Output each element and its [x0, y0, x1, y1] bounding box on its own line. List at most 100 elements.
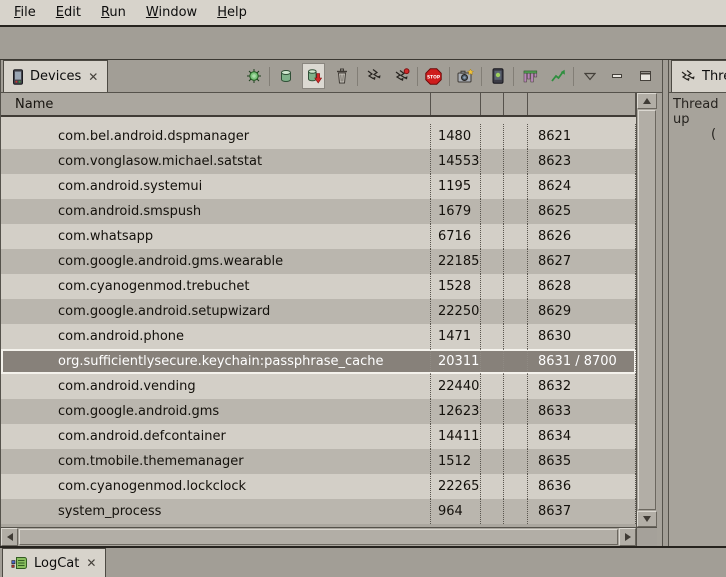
cell-empty-2: [504, 124, 528, 149]
cell-debug-port: 8625: [528, 199, 636, 224]
device-screen-button[interactable]: [486, 63, 509, 89]
menu-item-run[interactable]: Run: [91, 1, 136, 24]
device-table-body: com.bel.android.dspmanager 1480 8621 com…: [1, 124, 636, 524]
cell-empty-2: [504, 224, 528, 249]
screen-capture-button[interactable]: [454, 63, 477, 89]
svg-text:STOP: STOP: [427, 74, 441, 80]
devices-tab-close-icon[interactable]: ✕: [87, 70, 99, 84]
table-row[interactable]: org.sufficientlysecure.keychain:passphra…: [1, 349, 636, 374]
column-header-empty-1[interactable]: [481, 93, 504, 115]
column-header-pid[interactable]: [431, 93, 481, 115]
menu-item-help[interactable]: Help: [207, 1, 257, 24]
horizontal-scroll-track[interactable]: [18, 528, 619, 546]
menu-item-run-rest: un: [109, 5, 125, 20]
table-row[interactable]: com.google.android.setupwizard 22250 862…: [1, 299, 636, 324]
cell-pid: 1480: [431, 124, 481, 149]
cell-debug-port: 8635: [528, 449, 636, 474]
cell-empty-2: [504, 449, 528, 474]
stop-process-button[interactable]: STOP: [422, 63, 445, 89]
cell-empty-1: [481, 124, 504, 149]
menu-item-edit[interactable]: Edit: [46, 1, 91, 24]
cell-debug-port: 8633: [528, 399, 636, 424]
cell-empty-2: [504, 149, 528, 174]
update-threads-icon: [366, 68, 382, 84]
scroll-left-button[interactable]: [1, 528, 18, 546]
table-row[interactable]: com.cyanogenmod.trebuchet 1528 8628: [1, 274, 636, 299]
toolbar-separator: [573, 67, 574, 86]
table-row[interactable]: com.google.android.gms 12623 8633: [1, 399, 636, 424]
maximize-button[interactable]: [634, 63, 657, 89]
cell-process-name: com.android.phone: [1, 324, 431, 349]
scroll-up-button[interactable]: [637, 93, 657, 109]
cell-pid: 12623: [431, 399, 481, 424]
minimize-icon: [611, 70, 624, 82]
cell-empty-1: [481, 349, 504, 374]
cell-empty-1: [481, 324, 504, 349]
table-row[interactable]: com.bel.android.dspmanager 1480 8621: [1, 124, 636, 149]
cell-pid: 6716: [431, 224, 481, 249]
scroll-right-button[interactable]: [619, 528, 636, 546]
cause-gc-button[interactable]: [330, 63, 353, 89]
start-method-profiling-button[interactable]: [390, 63, 413, 89]
debug-attach-button[interactable]: [242, 63, 265, 89]
table-row[interactable]: com.cyanogenmod.lockclock 22265 8636: [1, 474, 636, 499]
table-row[interactable]: com.android.vending 22440 8632: [1, 374, 636, 399]
table-row[interactable]: com.android.phone 1471 8630: [1, 324, 636, 349]
table-row[interactable]: com.android.defcontainer 14411 8634: [1, 424, 636, 449]
minimize-button[interactable]: [606, 63, 629, 89]
hierarchy-view-button[interactable]: [518, 63, 541, 89]
cell-pid: 1679: [431, 199, 481, 224]
cell-empty-2: [504, 324, 528, 349]
menu-item-file[interactable]: File: [4, 1, 46, 24]
device-screen-icon: [490, 68, 506, 84]
vertical-scroll-thumb[interactable]: [638, 110, 656, 510]
table-row[interactable]: com.whatsapp 6716 8626: [1, 224, 636, 249]
table-row[interactable]: com.tmobile.thememanager 1512 8635: [1, 449, 636, 474]
table-row[interactable]: com.vonglasow.michael.satstat 14553 8623: [1, 149, 636, 174]
column-header-name[interactable]: Name: [1, 93, 431, 115]
vertical-scrollbar[interactable]: [636, 93, 657, 546]
column-header-empty-2[interactable]: [504, 93, 528, 115]
threads-tab-label: Threads: [702, 69, 726, 84]
heap-cylinder-icon: [278, 68, 294, 84]
scroll-down-button[interactable]: [637, 511, 657, 527]
update-threads-button[interactable]: [362, 63, 385, 89]
device-table-header: Name: [1, 93, 636, 117]
logcat-tab-close-icon[interactable]: ✕: [85, 556, 97, 570]
trash-icon: [334, 68, 350, 84]
menu-item-help-rest: elp: [227, 5, 247, 20]
toolbar-separator: [513, 67, 514, 86]
panel-sash[interactable]: [662, 60, 669, 546]
table-row[interactable]: com.android.systemui 1195 8624: [1, 174, 636, 199]
cell-process-name: com.google.android.gms.wearable: [1, 249, 431, 274]
logcat-tab[interactable]: LogCat ✕: [2, 548, 106, 577]
threads-icon: [680, 69, 696, 85]
menu-item-window[interactable]: Window: [136, 1, 207, 24]
horizontal-scrollbar[interactable]: [1, 527, 636, 546]
scrollbar-corner: [637, 527, 657, 546]
cell-pid: 22440: [431, 374, 481, 399]
dump-hprof-button[interactable]: [302, 63, 325, 89]
cell-pid: 964: [431, 499, 481, 524]
devices-tab[interactable]: Devices ✕: [3, 60, 108, 92]
threads-message: Thread up (: [669, 93, 726, 546]
table-row[interactable]: com.android.smspush 1679 8625: [1, 199, 636, 224]
table-row[interactable]: system_process 964 8637: [1, 499, 636, 524]
cell-empty-1: [481, 174, 504, 199]
tracer-button[interactable]: [546, 63, 569, 89]
horizontal-scroll-thumb[interactable]: [19, 529, 618, 545]
cell-empty-1: [481, 299, 504, 324]
cell-debug-port: 8627: [528, 249, 636, 274]
vertical-scroll-track[interactable]: [637, 109, 657, 511]
cell-empty-1: [481, 199, 504, 224]
view-menu-button[interactable]: [578, 63, 601, 89]
cell-process-name: com.android.defcontainer: [1, 424, 431, 449]
threads-tab[interactable]: Threads: [671, 60, 726, 92]
cell-pid: 22185: [431, 249, 481, 274]
cell-empty-1: [481, 399, 504, 424]
update-heap-button[interactable]: [274, 63, 297, 89]
table-row[interactable]: com.google.android.gms.wearable 22185 86…: [1, 249, 636, 274]
menu-item-help-key: H: [217, 5, 227, 20]
column-header-port[interactable]: [528, 93, 636, 115]
cell-empty-1: [481, 249, 504, 274]
